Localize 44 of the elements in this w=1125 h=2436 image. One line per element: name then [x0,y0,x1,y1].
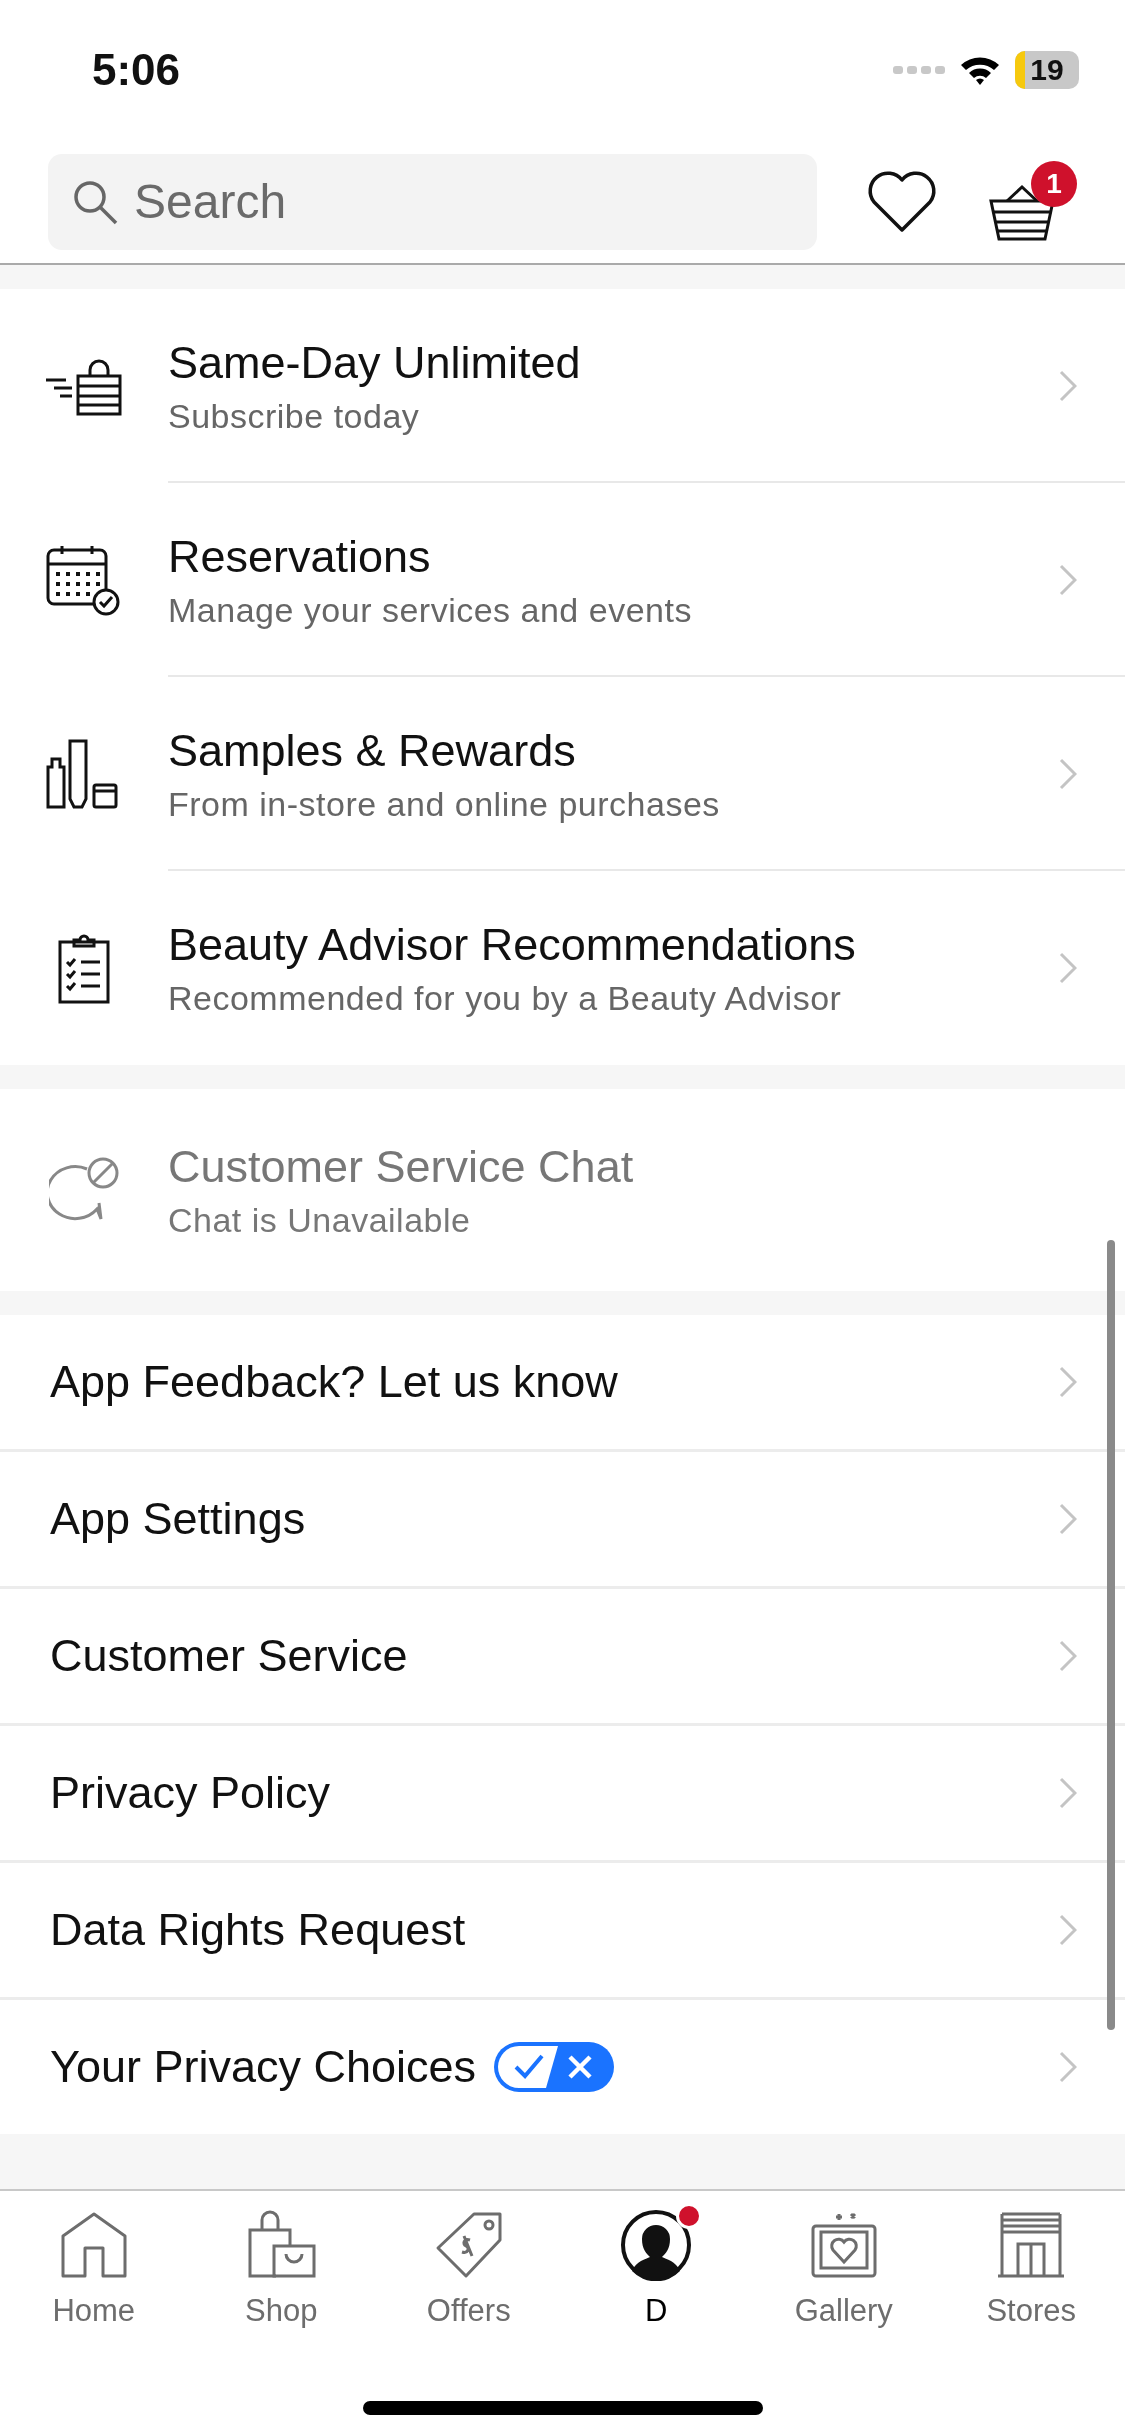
menu-item[interactable]: Samples & Rewards From in-store and online purchases [0,677,1125,871]
chevron-right-icon [1059,564,1077,596]
menu-item-title: Samples & Rewards [168,724,577,777]
tab[interactable]: D [562,2207,750,2339]
tab[interactable]: Gallery [750,2207,938,2339]
menu-item[interactable]: Your Privacy Choices [0,2000,1125,2134]
menu-item-subtitle: Subscribe today [168,396,421,436]
chevron-right-icon [1059,2051,1077,2083]
chevron-right-icon [1059,370,1077,402]
menu-item-title: Reservations [168,530,432,583]
menu-item-title: Same-Day Unlimited [168,336,582,389]
chevron-right-icon [1059,1366,1077,1398]
calendar-check-icon [46,544,122,616]
tab[interactable]: Home [0,2207,188,2339]
status-time: 5:06 [92,45,181,95]
chevron-right-icon [1059,1640,1077,1672]
chevron-right-icon [1059,1503,1077,1535]
heart-icon[interactable] [867,169,937,234]
clipboard-checklist-icon [58,932,110,1004]
menu-item[interactable]: Reservations Manage your services and events [0,483,1125,677]
battery-icon: 19 [1015,51,1079,89]
chevron-right-icon [1059,1777,1077,1809]
basket-button[interactable]: 1 [987,160,1077,243]
shopping-bags-icon [246,2210,317,2280]
signal-icon [893,64,945,76]
avatar-icon [620,2209,693,2281]
menu-item-subtitle: Chat is Unavailable [168,1200,472,1240]
menu-item[interactable]: Beauty Advisor Recommendations Recommended for you by a Beauty Advisor [0,871,1125,1065]
tab[interactable]: Offers [375,2207,563,2339]
chevron-right-icon [1059,952,1077,984]
cart-count-badge: 1 [1031,160,1077,207]
menu-item[interactable]: Same-Day Unlimited Subscribe today [0,289,1125,483]
chevron-right-icon [1059,758,1077,790]
menu-item-subtitle: Manage your services and events [168,590,693,630]
tab[interactable]: Shop [187,2207,375,2339]
chat-unavailable-icon [49,1157,119,1223]
menu-item-subtitle: Recommended for you by a Beauty Advisor [168,978,843,1018]
search-field[interactable]: Search [48,153,817,250]
menu-item-subtitle: From in-store and online purchases [168,784,721,824]
storefront-icon [996,2210,1067,2280]
menu-item-title: Beauty Advisor Recommendations [168,918,857,971]
menu-item-title: Customer Service Chat [168,1140,635,1193]
chevron-right-icon [1059,1914,1077,1946]
tab[interactable]: Stores [937,2207,1125,2339]
